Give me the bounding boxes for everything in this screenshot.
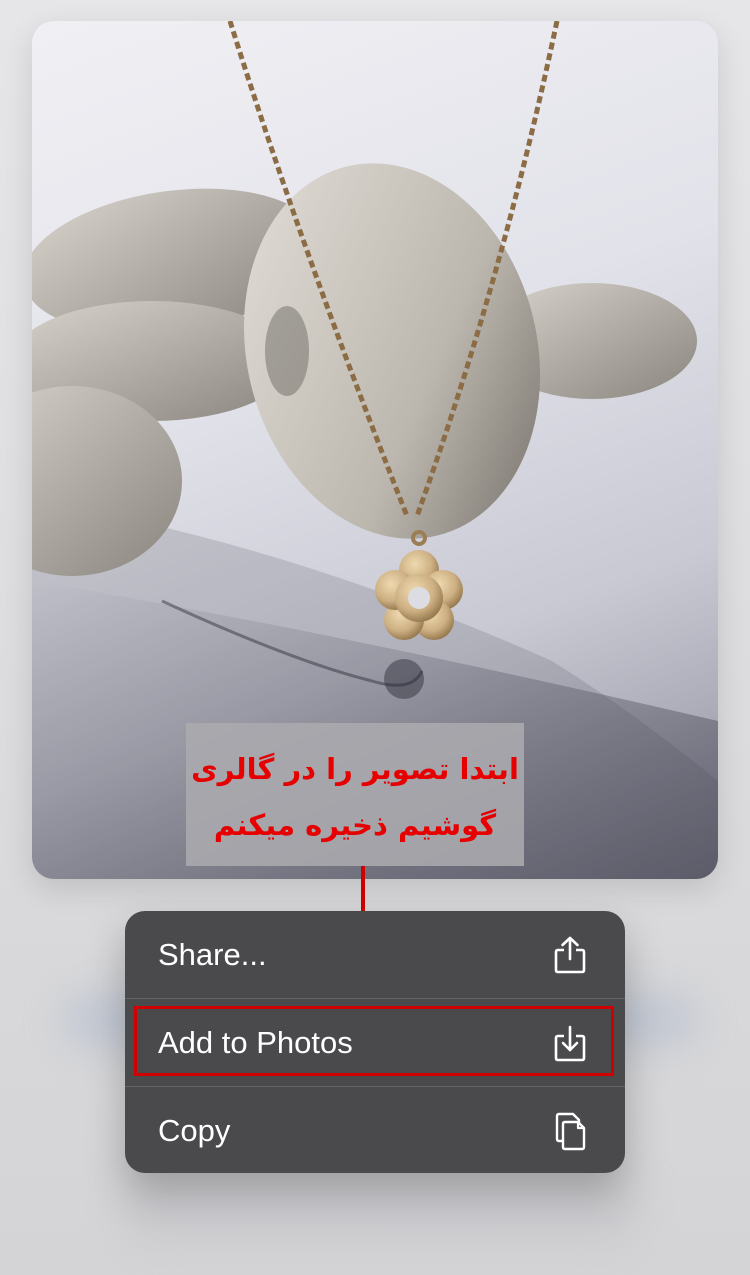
share-icon — [553, 935, 587, 975]
annotation-line-2: گوشیم ذخیره میکنم — [213, 807, 497, 842]
annotation-callout: ابتدا تصویر را در گالری گوشیم ذخیره میکن… — [186, 723, 524, 866]
blurred-background — [120, 1180, 640, 1240]
copy-menu-item[interactable]: Copy — [125, 1087, 625, 1173]
add-to-photos-menu-item[interactable]: Add to Photos — [125, 999, 625, 1086]
share-menu-item[interactable]: Share... — [125, 911, 625, 998]
annotation-line-1: ابتدا تصویر را در گالری — [191, 751, 519, 786]
context-menu: Share... Add to Photos Copy — [125, 911, 625, 1173]
save-to-photos-icon — [553, 1023, 587, 1063]
copy-icon — [553, 1111, 587, 1151]
